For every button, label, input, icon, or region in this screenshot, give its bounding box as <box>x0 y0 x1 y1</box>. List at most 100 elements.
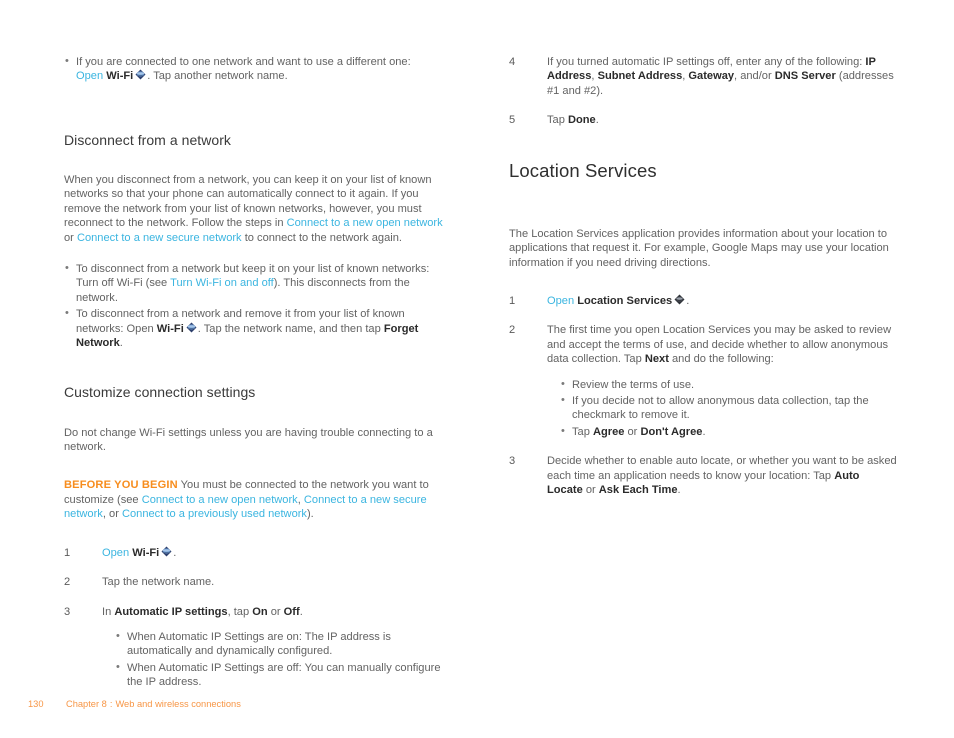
link-open[interactable]: Open <box>547 295 574 307</box>
list-item: When Automatic IP Settings are on: The I… <box>115 629 452 659</box>
bold-agree: Agree <box>592 425 625 438</box>
step3-pre: In <box>102 605 115 618</box>
wifi-globe-icon <box>135 69 146 80</box>
bold-location-services: Location Services <box>577 295 673 308</box>
bold-next: Next <box>644 353 669 366</box>
disconnect-paragraph: When you disconnect from a network, you … <box>64 173 452 245</box>
customize-paragraph: Do not change Wi-Fi settings unless you … <box>64 426 433 454</box>
heading-disconnect-from-network: Disconnect from a network <box>64 131 231 148</box>
bold-gateway: Gateway <box>688 70 735 83</box>
bold-wifi: Wi-Fi <box>132 546 160 559</box>
step4-pre: If you turned automatic IP settings off,… <box>547 56 866 68</box>
byb-post: ). <box>306 508 314 521</box>
list-item-step-2: 2 Tap the network name. <box>64 575 452 589</box>
top-bullet-tail: . Tap another network name. <box>147 70 288 83</box>
step3-post: . <box>677 484 681 497</box>
step4-sep3: , and/or <box>734 70 775 83</box>
step1-tail: . <box>173 546 177 559</box>
link-connect-new-open-network[interactable]: Connect to a new open network <box>287 217 443 229</box>
document-page: If you are connected to one network and … <box>0 0 954 738</box>
wifi-globe-icon <box>161 546 172 557</box>
step1-tail: . <box>686 295 690 308</box>
step-number: 3 <box>64 605 71 618</box>
list-item: To disconnect from a network and remove … <box>64 306 452 350</box>
location-services-globe-icon <box>674 294 685 305</box>
step3-mid: or <box>582 484 599 497</box>
bullet2-mid: . Tap the network name, and then tap <box>197 322 384 335</box>
bold-subnet-address: Subnet Address <box>597 70 683 83</box>
before-you-begin-note: BEFORE YOU BEGIN You must be connected t… <box>64 478 452 521</box>
location-services-paragraph: The Location Services application provid… <box>509 227 889 269</box>
disconnect-bullet-list: To disconnect from a network but keep it… <box>64 261 452 350</box>
step3-sub-bullets: When Automatic IP Settings are on: The I… <box>102 629 452 690</box>
step5-post: . <box>595 114 599 127</box>
footer-chapter-title: Web and wireless connections <box>115 699 241 709</box>
bold-off: Off <box>283 605 300 618</box>
step5-pre: Tap <box>547 114 568 127</box>
left-column: If you are connected to one network and … <box>64 54 452 705</box>
list-item: To disconnect from a network but keep it… <box>64 261 452 305</box>
list-item: If you are connected to one network and … <box>64 54 452 84</box>
subbullet3-post: . <box>702 425 706 438</box>
step-number: 5 <box>509 114 516 127</box>
link-connect-new-open-network[interactable]: Connect to a new open network <box>142 494 298 506</box>
right-column: 4 If you turned automatic IP settings off… <box>509 55 897 513</box>
step-number: 4 <box>509 56 516 68</box>
bold-wifi: Wi-Fi <box>156 322 184 335</box>
bold-done: Done <box>567 114 596 127</box>
para-part2: to connect to the network again. <box>241 231 402 244</box>
before-you-begin-label: BEFORE YOU BEGIN <box>64 479 178 492</box>
subbullet3-mid: or <box>624 425 641 438</box>
byb-sep2: , or <box>102 508 122 521</box>
step3-mid2: or <box>267 605 284 618</box>
top-bullet-line1: If you are connected to one network and … <box>76 56 411 68</box>
link-connect-previously-used-network[interactable]: Connect to a previously used network <box>122 508 307 520</box>
link-turn-wifi-on-and-off[interactable]: Turn Wi-Fi on and off <box>170 277 274 289</box>
step-number: 1 <box>64 546 71 559</box>
footer-page-number: 130 <box>28 699 44 709</box>
customize-steps-continued-list: 4 If you turned automatic IP settings off… <box>509 55 897 128</box>
bold-dns-server: DNS Server <box>774 70 836 83</box>
para-mid: or <box>64 231 77 244</box>
link-connect-new-secure-network[interactable]: Connect to a new secure network <box>77 232 242 244</box>
top-bullet-list: If you are connected to one network and … <box>64 54 452 84</box>
heading-customize-connection-settings: Customize connection settings <box>64 384 256 401</box>
step2-post: and do the following: <box>668 353 774 366</box>
list-item-step-5: 5 Tap Done. <box>509 113 897 127</box>
subbullet3-pre: Tap <box>572 425 593 438</box>
list-item-step-3: 3 Decide whether to enable auto locate, o… <box>509 454 897 497</box>
list-item-step-1: 1 Open Location Services. <box>509 294 897 308</box>
step-number: 1 <box>509 295 516 308</box>
heading-location-services: Location Services <box>509 159 657 181</box>
bold-wifi: Wi-Fi <box>106 70 134 83</box>
list-item: If you decide not to allow anonymous dat… <box>560 393 897 423</box>
customize-steps-list: 1 Open Wi-Fi. 2 Tap the network name. 3 In … <box>64 546 452 690</box>
footer-chapter: Chapter 8 <box>66 699 107 709</box>
link-open[interactable]: Open <box>76 70 103 82</box>
link-open[interactable]: Open <box>102 547 129 559</box>
step2-text: Tap the network name. <box>102 576 215 589</box>
bold-ask-each-time: Ask Each Time <box>598 484 678 497</box>
page-footer: 130 Chapter 8: Web and wireless connection… <box>28 699 241 709</box>
step3-mid: , tap <box>227 605 253 618</box>
list-item-step-4: 4 If you turned automatic IP settings off… <box>509 55 897 98</box>
step2-sub-bullets: Review the terms of use. If you decide n… <box>547 377 897 440</box>
list-item-step-2: 2 The first time you open Location Servic… <box>509 323 897 439</box>
wifi-globe-icon <box>186 322 197 333</box>
list-item: Tap Agree or Don't Agree. <box>560 424 897 439</box>
bold-dont-agree: Don't Agree <box>640 425 703 438</box>
step3-post: . <box>299 605 303 618</box>
bold-automatic-ip-settings: Automatic IP settings <box>114 605 228 618</box>
step-number: 3 <box>509 455 516 468</box>
bullet2-post: . <box>119 337 123 350</box>
list-item-step-1: 1 Open Wi-Fi. <box>64 546 452 560</box>
